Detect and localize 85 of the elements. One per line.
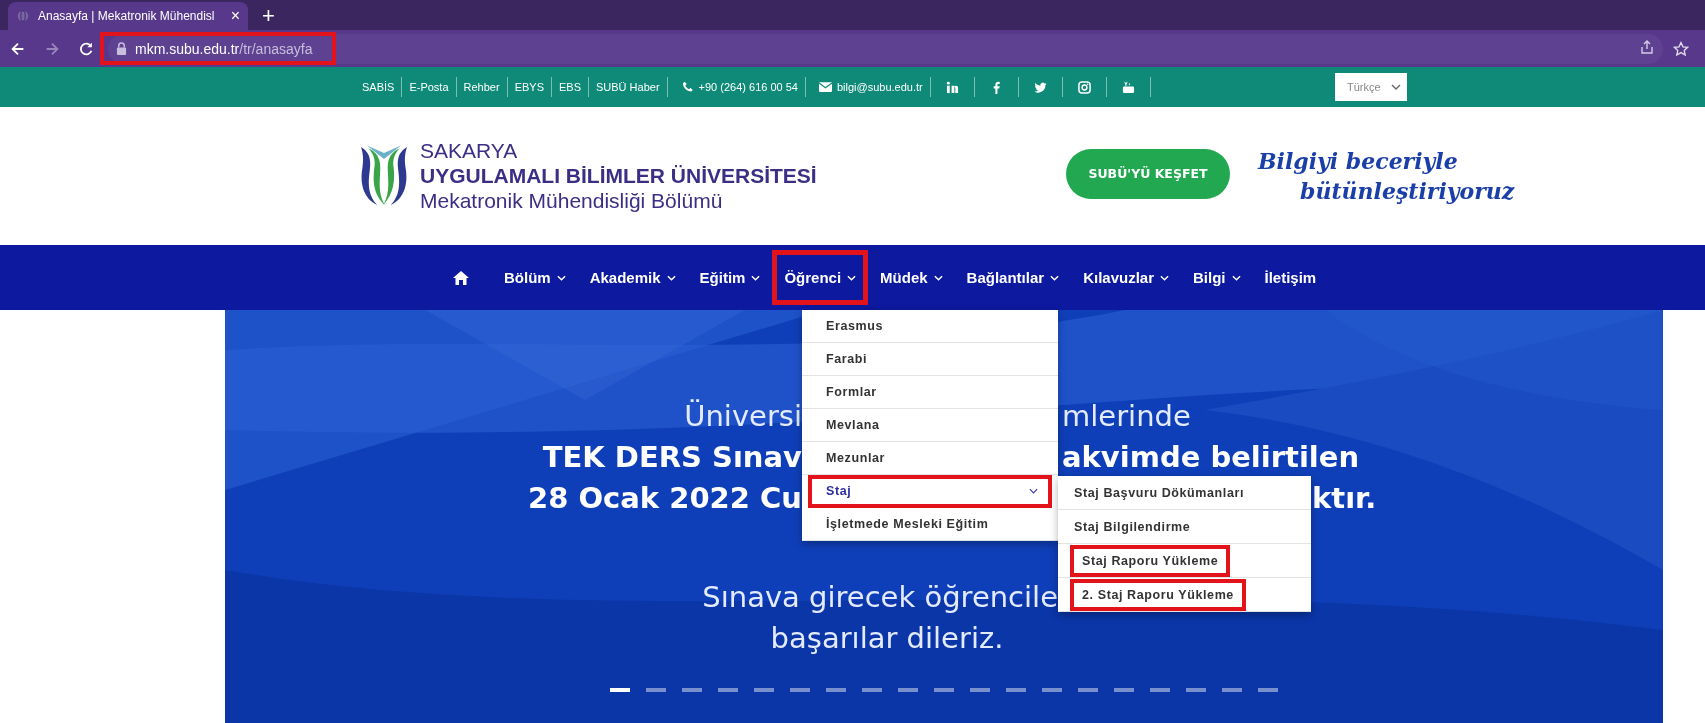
submenu-item[interactable]: Staj Raporu Yükleme [1072, 546, 1229, 575]
slide-indicator[interactable] [826, 688, 846, 692]
slide-indicator[interactable] [862, 688, 882, 692]
email-link[interactable]: bilgi@subu.edu.tr [836, 81, 923, 93]
linkedin-icon[interactable] [945, 80, 959, 94]
close-tab-button[interactable]: × [230, 8, 240, 24]
share-icon[interactable] [1639, 38, 1655, 55]
language-select[interactable]: Türkçe [1335, 73, 1407, 101]
youtube-icon[interactable] [1121, 80, 1135, 94]
dropdown-item[interactable]: Farabi [802, 343, 1058, 376]
top-link[interactable]: Rehber [463, 81, 500, 93]
nav-menu-item[interactable]: Bölüm [492, 250, 578, 305]
banner-text: 28 Ocak 2022 Cu [528, 480, 802, 515]
submenu-item[interactable]: Staj Bilgilendirme [1058, 513, 1199, 540]
department-name: Mekatronik Mühendisliği Bölümü [420, 188, 724, 214]
globe-icon [16, 9, 30, 23]
caret-icon [666, 274, 676, 281]
caret-icon [1050, 274, 1060, 281]
caret-icon [933, 274, 943, 281]
top-link[interactable]: SUBÜ Haber [596, 81, 660, 93]
slide-indicator[interactable] [610, 688, 630, 692]
dropdown-item[interactable]: Staj [808, 475, 1052, 508]
phone-number: +90 (264) 616 00 54 [698, 81, 798, 93]
nav-menu-item[interactable]: Bağlantılar [954, 250, 1072, 305]
caret-icon [1160, 274, 1169, 281]
top-link[interactable]: EBS [559, 81, 581, 93]
top-link[interactable]: E-Posta [409, 81, 449, 93]
tab-title: Anasayfa | Mekatronik Mühendisl [38, 9, 216, 23]
instagram-icon[interactable] [1077, 80, 1091, 94]
nav-menu-item[interactable]: İletişim [1252, 250, 1329, 305]
submenu-item[interactable]: Staj Başvuru Dökümanları [1058, 479, 1252, 506]
caret-icon [1391, 84, 1401, 90]
slide-indicator[interactable] [754, 688, 774, 692]
submenu-item[interactable]: 2. Staj Raporu Yükleme [1072, 580, 1244, 609]
address-text: mkm.subu.edu.tr/tr/anasayfa [135, 40, 313, 57]
slide-indicator[interactable] [934, 688, 954, 692]
university-name: UYGULAMALI BİLİMLER ÜNİVERSİTESİ [420, 163, 817, 188]
dropdown-item[interactable]: Mevlana [802, 409, 1058, 442]
caret-icon [847, 274, 857, 281]
slide-indicator[interactable] [682, 688, 702, 692]
slide-indicator[interactable] [898, 688, 918, 692]
slogan-text: bütünleştiriyoruz [1300, 177, 1515, 206]
nav-menu-item[interactable]: Kılavuzlar [1071, 250, 1181, 305]
nav-menu-item[interactable]: Bilgi [1181, 250, 1253, 305]
banner-text: mlerinde [1062, 398, 1191, 433]
nav-menu-item[interactable]: Öğrenci [772, 250, 869, 305]
dropdown-item[interactable]: Formlar [802, 376, 1058, 409]
slide-indicator[interactable] [1150, 688, 1170, 692]
university-name: SAKARYA [420, 138, 519, 163]
banner-text: Sınava girecek öğrencile [702, 579, 1058, 614]
browser-tab[interactable]: Anasayfa | Mekatronik Mühendisl × [8, 2, 248, 30]
slide-indicator[interactable] [1222, 688, 1242, 692]
caret-icon [556, 274, 566, 281]
slide-indicator[interactable] [970, 688, 990, 692]
slide-indicator[interactable] [1042, 688, 1062, 692]
banner-text: TEK DERS Sınav [542, 439, 802, 474]
slide-indicator[interactable] [1078, 688, 1098, 692]
caret-icon [751, 274, 761, 281]
banner-text: ktır. [1312, 480, 1377, 515]
new-tab-button[interactable]: + [258, 5, 279, 27]
banner-text: başarılar dileriz. [770, 620, 1004, 655]
lock-icon [116, 42, 127, 55]
star-icon[interactable] [1673, 40, 1689, 57]
envelope-icon [818, 81, 832, 93]
home-icon[interactable] [452, 269, 470, 286]
slogan-text: Bilgiyi beceriyle [1258, 147, 1459, 176]
slide-indicator[interactable] [1186, 688, 1206, 692]
nav-menu-item[interactable]: Akademik [577, 250, 688, 305]
dropdown-item[interactable]: Erasmus [802, 310, 1058, 343]
slide-indicator[interactable] [718, 688, 738, 692]
slide-indicator[interactable] [1114, 688, 1134, 692]
banner-text: akvimde belirtilen [1062, 439, 1360, 474]
top-link[interactable]: SABİS [362, 81, 395, 93]
bird-icon[interactable] [1033, 80, 1047, 94]
banner-text: Üniversi [684, 398, 802, 433]
top-link[interactable]: EBYS [514, 81, 544, 93]
dropdown-item[interactable]: Mezunlar [802, 442, 1058, 475]
slide-indicator[interactable] [1006, 688, 1026, 692]
caret-icon [1231, 274, 1241, 281]
nav-menu-item[interactable]: Müdek [868, 250, 955, 305]
phone-icon [680, 81, 694, 93]
slide-indicator[interactable] [1258, 688, 1278, 692]
slide-indicator[interactable] [790, 688, 810, 692]
nav-menu-item[interactable]: Eğitim [687, 250, 773, 305]
slide-indicator[interactable] [646, 688, 666, 692]
